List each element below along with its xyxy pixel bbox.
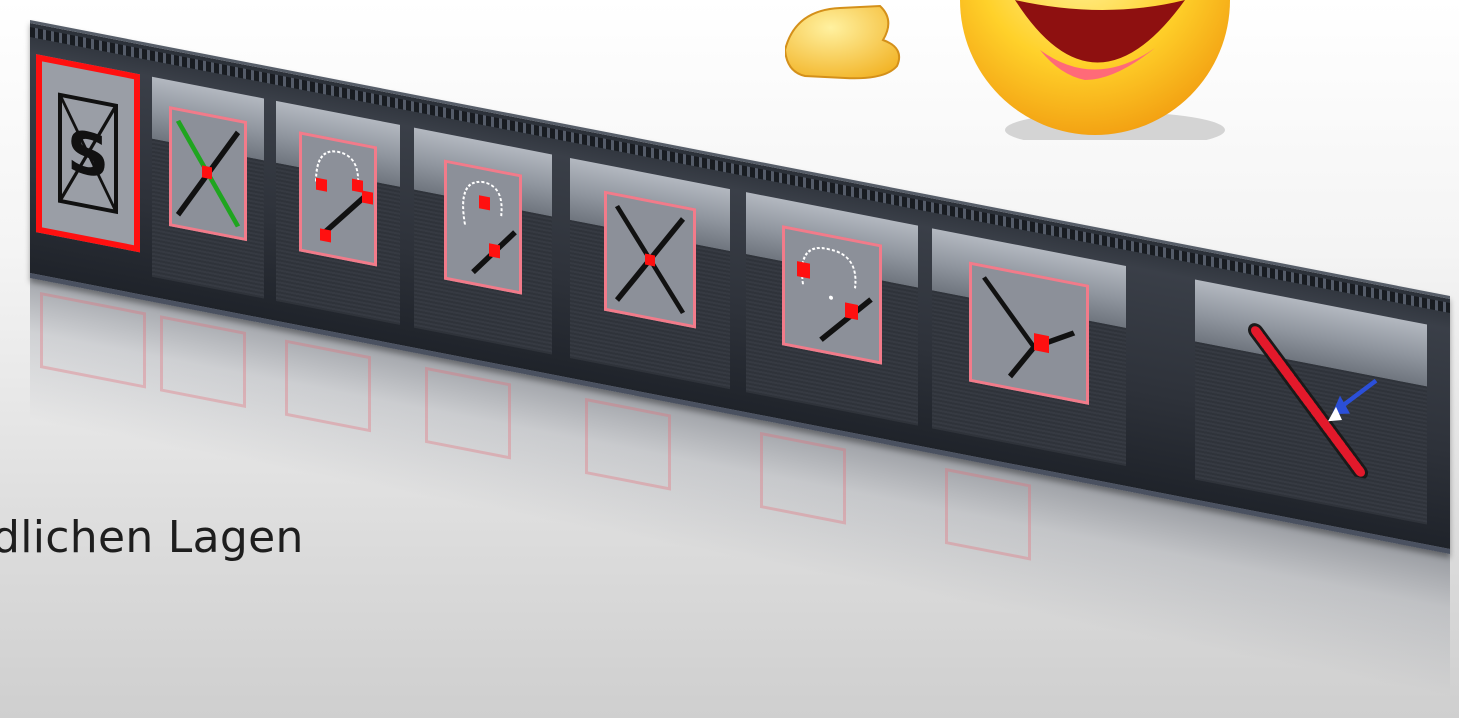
snap-line-midpoint-button[interactable]	[932, 228, 1126, 467]
reflection-ghost	[585, 397, 671, 491]
snap-off-button[interactable]: S	[36, 54, 140, 274]
reflection-ghost	[425, 366, 511, 460]
cross-green-icon	[169, 106, 247, 242]
svg-text:S: S	[67, 117, 109, 192]
arc-midpoint-icon	[444, 159, 522, 295]
arc-center-icon	[782, 225, 882, 365]
snap-arc-center-button[interactable]	[746, 192, 918, 426]
snap-arc-midpoint-button[interactable]	[414, 127, 552, 355]
line-midpoint-icon	[969, 261, 1089, 405]
reflection-ghost	[40, 291, 146, 389]
reflection-ghost	[160, 315, 246, 408]
reflection-ghost	[760, 431, 846, 525]
slide-canvas: S dlichen Lagen	[0, 0, 1459, 718]
reflection-ghost	[945, 467, 1031, 561]
reflection-ghost	[285, 339, 371, 433]
snap-intersection-button[interactable]	[570, 157, 730, 390]
arc-endpoints-icon	[299, 131, 377, 267]
snap-s-icon: S	[36, 54, 140, 253]
intersection-x-icon	[604, 190, 696, 329]
snap-arc-endpoints-button[interactable]	[276, 100, 400, 325]
snap-intersect-green-button[interactable]	[152, 76, 264, 299]
smiley-thumbs-up-icon	[785, 0, 1230, 140]
slide-caption: dlichen Lagen	[0, 512, 304, 563]
ruler-arrow-icon	[1236, 313, 1386, 482]
snap-to-element-button[interactable]	[1195, 279, 1427, 525]
